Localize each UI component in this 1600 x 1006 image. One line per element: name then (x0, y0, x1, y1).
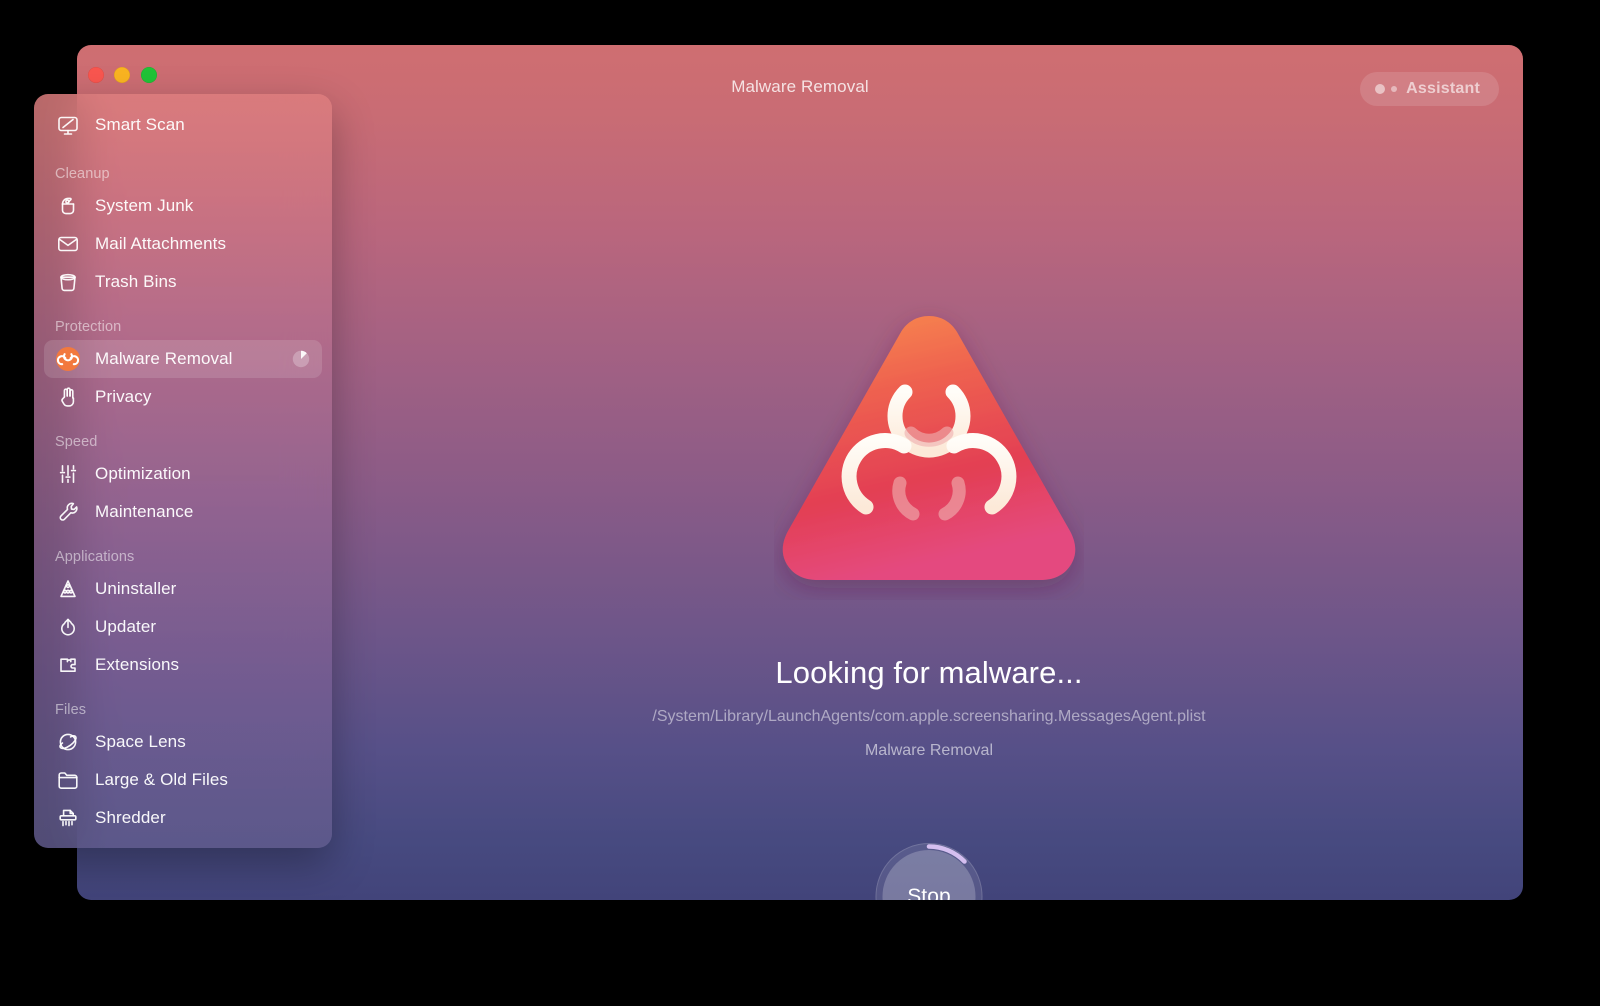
sidebar-item-label: Shredder (95, 808, 166, 827)
stop-button[interactable]: Stop (875, 843, 983, 900)
sidebar-section-applications: Applications (55, 549, 135, 565)
broom-junk-icon (55, 193, 81, 219)
monitor-scan-icon (55, 112, 81, 138)
trash-bin-icon (55, 269, 81, 295)
sidebar: Smart Scan Cleanup System Junk Mail Attachm… (34, 94, 332, 848)
sidebar-item-label: Smart Scan (95, 115, 185, 134)
sidebar-item-label: Malware Removal (95, 349, 233, 368)
sidebar-section-files: Files (55, 702, 87, 718)
biohazard-triangle-icon (774, 300, 1084, 600)
hand-icon (55, 384, 81, 410)
sidebar-item-extensions[interactable]: Extensions (44, 646, 322, 684)
wrench-icon (55, 499, 81, 525)
planet-lens-icon (55, 729, 81, 755)
sidebar-item-space-lens[interactable]: Space Lens (44, 723, 322, 761)
sidebar-item-label: System Junk (95, 196, 194, 215)
puzzle-piece-icon (55, 652, 81, 678)
folder-icon (55, 767, 81, 793)
sidebar-item-large-old-files[interactable]: Large & Old Files (44, 761, 322, 799)
sidebar-item-label: Extensions (95, 655, 180, 674)
main-content: Looking for malware... /System/Library/L… (335, 105, 1523, 900)
sidebar-item-label: Optimization (95, 464, 191, 483)
two-dots-icon-secondary (1391, 86, 1398, 92)
sidebar-item-label: Uninstaller (95, 579, 177, 598)
status-module: Malware Removal (864, 742, 994, 759)
sidebar-item-system-junk[interactable]: System Junk (44, 187, 322, 225)
sliders-icon (55, 461, 81, 487)
sidebar-item-label: Space Lens (95, 732, 186, 751)
screenshot-root: Malware Removal Assistant Looking for ma… (0, 0, 1600, 1006)
sidebar-item-label: Trash Bins (95, 272, 177, 291)
shredder-icon (55, 805, 81, 831)
sidebar-section-speed: Speed (55, 434, 98, 450)
sidebar-item-optimization[interactable]: Optimization (44, 455, 322, 493)
sidebar-item-maintenance[interactable]: Maintenance (44, 493, 322, 531)
sidebar-item-label: Mail Attachments (95, 234, 227, 253)
sidebar-item-trash-bins[interactable]: Trash Bins (44, 263, 322, 301)
sidebar-item-updater[interactable]: Updater (44, 608, 322, 646)
assistant-button-label: Assistant (1406, 80, 1480, 97)
scan-progress-indicator (292, 350, 310, 368)
sidebar-item-privacy[interactable]: Privacy (44, 378, 322, 416)
sidebar-item-label: Updater (95, 617, 157, 636)
sidebar-item-label: Privacy (95, 387, 152, 406)
sidebar-item-uninstaller[interactable]: Uninstaller (44, 570, 322, 608)
sidebar-item-mail-attachments[interactable]: Mail Attachments (44, 225, 322, 263)
sidebar-section-protection: Protection (55, 319, 122, 335)
biohazard-icon (55, 346, 81, 372)
envelope-icon (55, 231, 81, 257)
stop-progress-arc (926, 844, 967, 864)
arrow-refresh-icon (55, 614, 81, 640)
sidebar-section-cleanup: Cleanup (55, 166, 110, 182)
sidebar-item-shredder[interactable]: Shredder (44, 799, 322, 837)
status-title: Looking for malware... (775, 655, 1083, 690)
status-path: /System/Library/LaunchAgents/com.apple.s… (652, 708, 1206, 725)
sidebar-item-smart-scan[interactable]: Smart Scan (44, 106, 322, 144)
two-dots-icon (1375, 84, 1386, 94)
sidebar-item-malware-removal[interactable]: Malware Removal (44, 340, 322, 378)
sidebar-item-label: Maintenance (95, 502, 194, 521)
assistant-button[interactable]: Assistant (1360, 72, 1499, 106)
app-grid-icon (55, 576, 81, 602)
sidebar-item-label: Large & Old Files (95, 770, 229, 789)
